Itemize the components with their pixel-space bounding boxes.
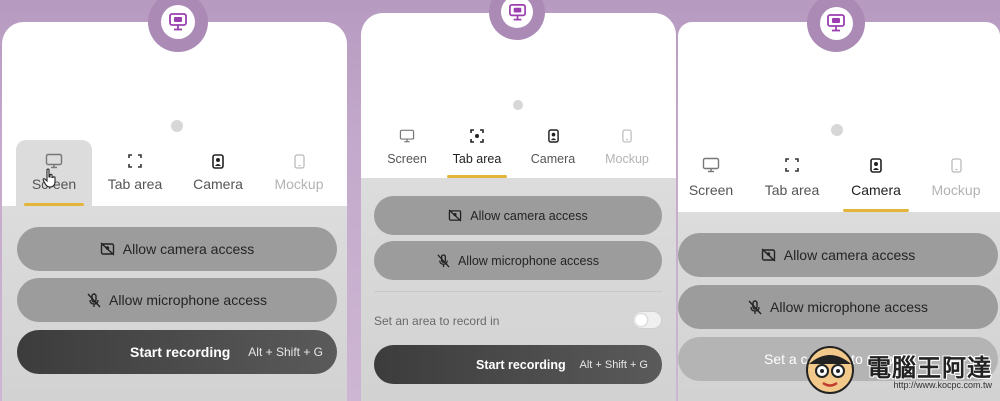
recorder-popup-tab-area: Screen Tab area Camera Mockup Allow came…: [361, 13, 676, 401]
mode-tabs: Screen Tab area Camera Mockup: [678, 152, 1000, 212]
start-recording-button[interactable]: Start recording Alt + Shift + G: [374, 345, 662, 384]
mascot-icon: [804, 344, 856, 401]
start-recording-label: Start recording: [130, 344, 231, 360]
allow-microphone-button[interactable]: Allow microphone access: [374, 241, 662, 280]
screen-recorder-icon: [508, 3, 526, 20]
shortcut-hint: Alt + Shift + G: [579, 358, 648, 371]
phone-icon: [950, 154, 962, 176]
page-indicator-dot: [171, 120, 183, 132]
screen-recorder-icon: [827, 14, 845, 32]
tab-label: Screen: [387, 152, 427, 166]
tab-mockup[interactable]: Mockup: [912, 152, 1000, 212]
camera-off-icon: [448, 209, 462, 222]
toggle-knob: [635, 314, 647, 326]
camera-off-icon: [100, 242, 115, 256]
tab-screen[interactable]: Screen: [377, 123, 437, 178]
button-label: Allow camera access: [470, 208, 588, 223]
allow-microphone-button[interactable]: Allow microphone access: [17, 278, 337, 322]
actions-area: Allow camera access Allow microphone acc…: [2, 206, 347, 401]
focus-frame-icon: [470, 125, 484, 147]
start-recording-label: Start recording: [476, 357, 566, 372]
watermark-title: 電腦王阿達: [867, 355, 992, 382]
tab-label: Camera: [193, 176, 243, 192]
area-toggle[interactable]: [632, 311, 662, 329]
tab-screen[interactable]: Screen: [678, 152, 744, 212]
allow-camera-button[interactable]: Allow camera access: [678, 233, 998, 277]
screen-recorder-icon: [169, 13, 187, 31]
watermark-url: http://www.kocpc.com.tw: [893, 380, 992, 390]
actions-area: Allow camera access Allow microphone acc…: [361, 178, 676, 401]
tab-label: Mockup: [931, 182, 981, 198]
camera-portrait-icon: [870, 154, 882, 176]
phone-icon: [622, 125, 632, 147]
tab-mockup[interactable]: Mockup: [258, 140, 340, 206]
tab-label: Screen: [688, 182, 734, 198]
button-label: Allow microphone access: [770, 299, 928, 315]
phone-icon: [293, 150, 305, 172]
tab-camera[interactable]: Camera: [840, 152, 912, 212]
microphone-off-icon: [87, 292, 101, 308]
monitor-icon: [399, 125, 415, 147]
page-indicator-dot: [513, 100, 523, 110]
focus-frame-icon: [785, 154, 799, 176]
allow-camera-button[interactable]: Allow camera access: [17, 227, 337, 271]
camera-portrait-icon: [212, 150, 224, 172]
recorder-popup-screen: Screen Tab area Camera Mockup: [2, 22, 347, 401]
hand-cursor-icon: [42, 168, 58, 193]
mode-tabs: Screen Tab area Camera Mockup: [16, 140, 340, 206]
allow-camera-button[interactable]: Allow camera access: [374, 196, 662, 235]
page-indicator-dot: [831, 124, 843, 136]
tab-label: Tab area: [452, 152, 502, 166]
button-label: Allow camera access: [783, 247, 916, 263]
tab-camera[interactable]: Camera: [178, 140, 258, 206]
button-label: Allow microphone access: [457, 253, 600, 268]
area-setting-label: Set an area to record in: [374, 314, 500, 328]
tab-camera[interactable]: Camera: [517, 123, 589, 178]
start-recording-button[interactable]: Start recording Alt + Shift + G: [17, 330, 337, 374]
tab-label: Tab area: [107, 176, 163, 192]
camera-portrait-icon: [547, 125, 559, 147]
divider: [374, 291, 662, 292]
microphone-off-icon: [437, 253, 450, 268]
tab-mockup[interactable]: Mockup: [589, 123, 665, 178]
tab-tab-area[interactable]: Tab area: [744, 152, 840, 212]
tab-tab-area[interactable]: Tab area: [92, 140, 178, 206]
tab-label: Camera: [851, 182, 901, 198]
allow-microphone-button[interactable]: Allow microphone access: [678, 285, 998, 329]
tab-label: Mockup: [605, 152, 649, 166]
button-label: Allow camera access: [122, 241, 255, 257]
microphone-off-icon: [748, 299, 762, 315]
monitor-icon: [702, 154, 720, 176]
tab-label: Mockup: [274, 176, 324, 192]
camera-off-icon: [761, 248, 776, 262]
tab-label: Tab area: [764, 182, 820, 198]
focus-frame-icon: [128, 150, 142, 172]
tab-label: Camera: [530, 152, 576, 166]
mode-tabs: Screen Tab area Camera Mockup: [377, 123, 665, 178]
shortcut-hint: Alt + Shift + G: [248, 345, 323, 359]
tab-screen[interactable]: Screen: [16, 140, 92, 206]
tab-tab-area[interactable]: Tab area: [437, 123, 517, 178]
button-label: Allow microphone access: [109, 292, 267, 308]
site-watermark: 電腦王阿達 http://www.kocpc.com.tw: [804, 342, 994, 397]
